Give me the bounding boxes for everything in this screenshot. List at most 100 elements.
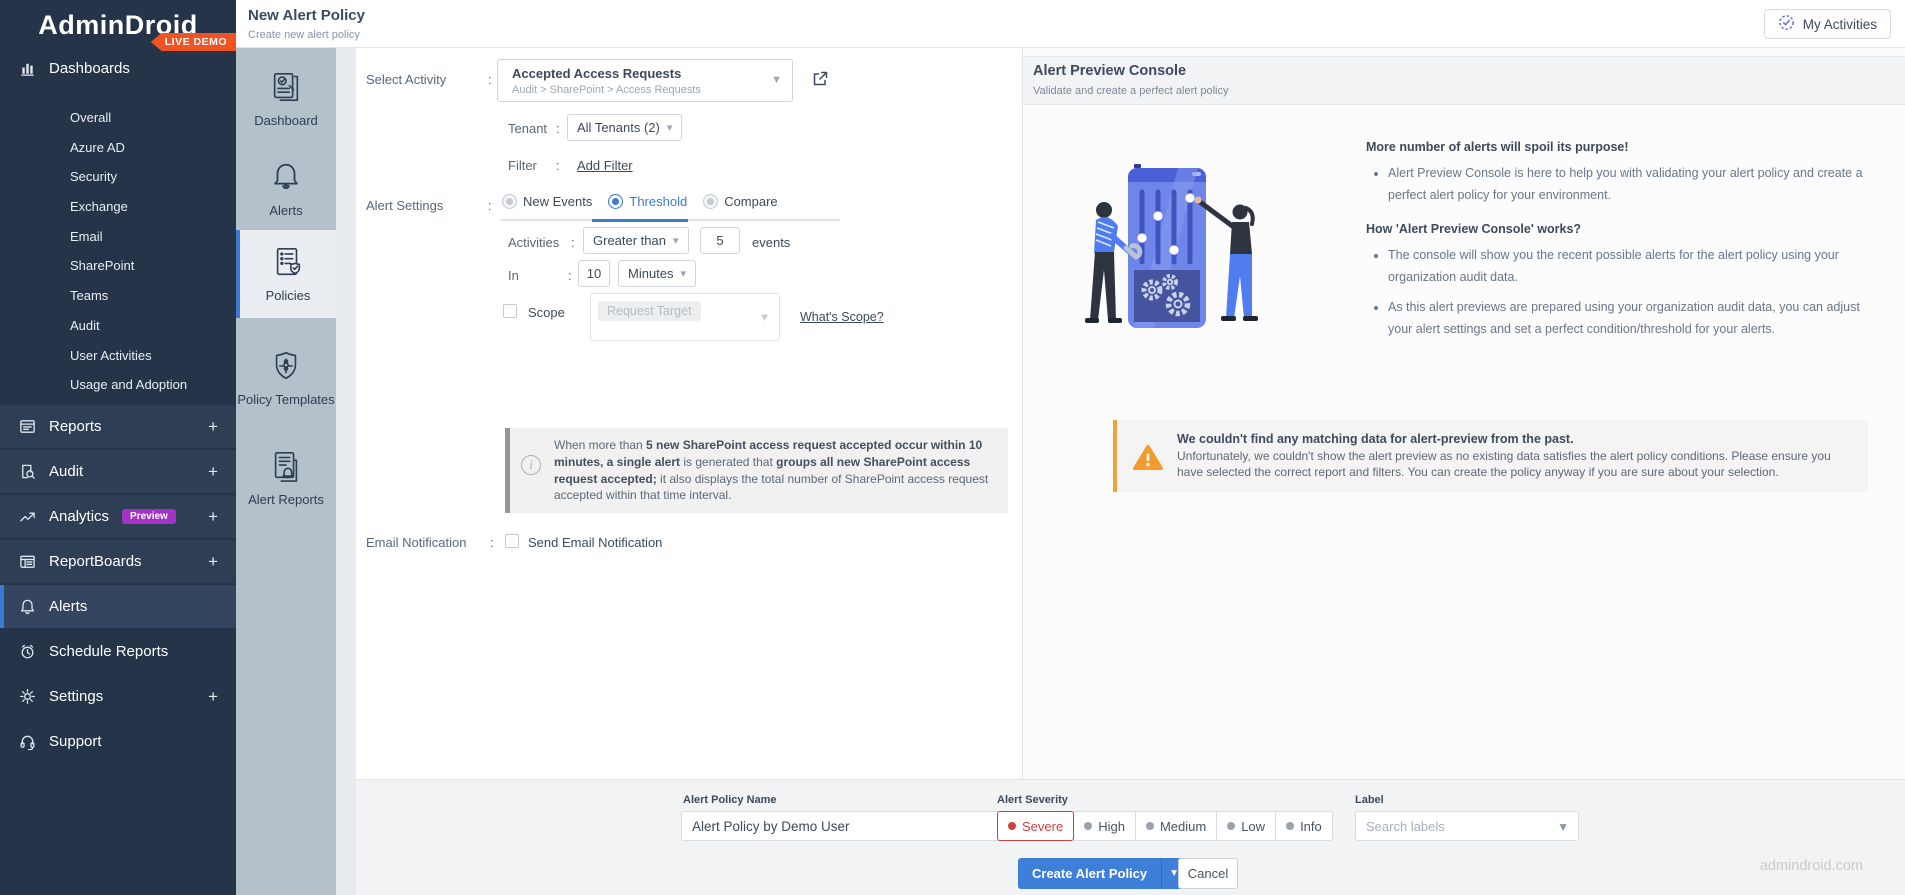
preview-bullet: The console will show you the recent pos… — [1388, 244, 1876, 288]
severity-dot-icon — [1286, 822, 1295, 830]
warning-title: We couldn't find any matching data for a… — [1177, 432, 1574, 446]
sidebar-subitem-sharepoint[interactable]: SharePoint — [0, 251, 236, 281]
radio-selected-icon — [608, 194, 624, 209]
severity-medium[interactable]: Medium — [1134, 811, 1218, 841]
alert-mode-radio-group: New Events Threshold Compare — [502, 194, 778, 209]
severity-option-label: Severe — [1022, 818, 1064, 834]
label-select[interactable]: Search labels ▼ — [1355, 811, 1579, 841]
sidebar-subitem-security[interactable]: Security — [0, 162, 236, 192]
report-icon — [18, 418, 36, 435]
sidebar-item-label: Audit — [49, 463, 84, 480]
preview-section-heading: More number of alerts will spoil its pur… — [1366, 140, 1629, 154]
sidebar-subitem-overall[interactable]: Overall — [0, 103, 236, 133]
info-note-text: is generated that — [680, 454, 777, 469]
interval-unit-dropdown[interactable]: Minutes ▾ — [618, 260, 697, 287]
filter-label: Filter — [508, 158, 537, 173]
sidebar-item-label: Analytics — [49, 508, 110, 525]
scope-select[interactable]: Request Target ▼ — [590, 293, 780, 341]
expand-plus-icon: + — [208, 506, 218, 526]
radio-label: Threshold — [629, 194, 688, 209]
create-alert-policy-button[interactable]: Create Alert Policy ▼ — [1018, 858, 1187, 889]
severity-dot-icon — [1084, 822, 1093, 830]
sidebar-subitem-usage-and-adoption[interactable]: Usage and Adoption — [0, 370, 236, 400]
policy-name-input[interactable] — [681, 811, 1023, 841]
live-demo-badge: LIVE DEMO — [150, 33, 236, 51]
sidebar-subitem-teams[interactable]: Teams — [0, 281, 236, 311]
scope-placeholder-chip: Request Target — [598, 301, 701, 321]
tenant-dropdown[interactable]: All Tenants (2) ▾ — [567, 114, 683, 141]
preview-subtitle: Validate and create a perfect alert poli… — [1033, 85, 1229, 97]
sidebar-item-schedule-reports[interactable]: Schedule Reports — [0, 630, 236, 673]
activity-breadcrumb: Audit > SharePoint > Access Requests — [512, 84, 701, 96]
headset-icon — [18, 733, 36, 750]
sidebar-item-alerts[interactable]: Alerts — [0, 585, 236, 628]
label-field-label: Label — [1355, 794, 1384, 806]
preview-title: Alert Preview Console — [1033, 63, 1187, 79]
scope-checkbox[interactable] — [503, 304, 517, 318]
alert-settings-label: Alert Settings — [366, 198, 444, 213]
expand-plus-icon: + — [208, 461, 218, 481]
strip-item-dashboard[interactable]: Dashboard — [236, 60, 336, 138]
policy-name-label: Alert Policy Name — [683, 794, 777, 806]
severity-high[interactable]: High — [1073, 811, 1136, 841]
tenant-label: Tenant — [508, 121, 548, 136]
preview-badge: Preview — [122, 509, 176, 524]
strip-item-policy-templates[interactable]: Policy Templates — [236, 330, 336, 426]
preview-bullet: As this alert previews are prepared usin… — [1388, 296, 1876, 340]
footer-bar: Alert Policy Name Alert Severity Severe H… — [356, 779, 1905, 895]
sidebar-item-analytics[interactable]: Analytics Preview + — [0, 495, 236, 538]
strip-item-label: Policy Templates — [237, 392, 335, 407]
threshold-operator-dropdown[interactable]: Greater than ▾ — [583, 227, 689, 254]
severity-low[interactable]: Low — [1216, 811, 1277, 841]
threshold-count-input[interactable] — [700, 227, 740, 254]
chevron-down-icon: ▼ — [771, 74, 782, 86]
severity-option-label: High — [1098, 818, 1125, 834]
severity-dot-icon — [1145, 822, 1154, 830]
sidebar-item-reports[interactable]: Reports + — [0, 405, 236, 448]
sidebar-item-reportboards[interactable]: ReportBoards + — [0, 540, 236, 583]
strip-item-alert-reports[interactable]: Alert Reports — [236, 430, 336, 526]
sidebar-subitem-exchange[interactable]: Exchange — [0, 192, 236, 222]
sidebar-subitem-audit[interactable]: Audit — [0, 311, 236, 341]
whats-scope-link[interactable]: What's Scope? — [800, 310, 884, 324]
severity-info[interactable]: Info — [1275, 811, 1333, 841]
sidebar-item-label: ReportBoards — [49, 553, 142, 570]
open-report-icon[interactable] — [811, 70, 829, 93]
cancel-button[interactable]: Cancel — [1178, 858, 1238, 889]
select-activity-dropdown[interactable]: Accepted Access Requests Audit > SharePo… — [497, 59, 793, 102]
my-activities-button[interactable]: My Activities — [1763, 9, 1891, 39]
strip-item-policies[interactable]: Policies — [236, 230, 336, 318]
sidebar-item-support[interactable]: Support — [0, 720, 236, 763]
info-note-text: When more than — [554, 438, 647, 452]
preview-help-text: More number of alerts will spoil its pur… — [1366, 124, 1876, 348]
preview-section-heading: How 'Alert Preview Console' works? — [1366, 222, 1582, 236]
preview-bullet: Alert Preview Console is here to help yo… — [1388, 162, 1876, 206]
sidebar-item-label: Dashboards — [49, 59, 130, 77]
interval-value-input[interactable] — [578, 260, 610, 287]
gear-icon — [18, 688, 36, 705]
sidebar-item-dashboards[interactable]: Dashboards — [0, 52, 236, 84]
strip-item-label: Alerts — [269, 203, 303, 218]
sidebar-item-audit[interactable]: Audit + — [0, 450, 236, 493]
alert-mode-new-events[interactable]: New Events — [502, 194, 592, 209]
sidebar-groups: Reports + Audit + Analytics Preview + ReportBoa… — [0, 405, 236, 765]
activity-check-icon — [1778, 14, 1795, 34]
strip-item-alerts[interactable]: Alerts — [236, 150, 336, 228]
radio-label: New Events — [523, 194, 593, 209]
policies-strip-icon — [270, 245, 306, 282]
preview-bullet-list: Alert Preview Console is here to help yo… — [1366, 162, 1876, 206]
alert-mode-compare[interactable]: Compare — [703, 194, 778, 209]
severity-option-label: Medium — [1159, 818, 1207, 834]
sidebar-subitem-email[interactable]: Email — [0, 222, 236, 252]
send-email-checkbox[interactable] — [505, 534, 519, 548]
add-filter-link[interactable]: Add Filter — [577, 158, 633, 173]
severity-group: Severe High Medium Low Info — [997, 811, 1333, 841]
sidebar-item-settings[interactable]: Settings + — [0, 675, 236, 718]
radio-unselected-icon — [703, 194, 719, 209]
sidebar-subitem-user-activities[interactable]: User Activities — [0, 341, 236, 371]
severity-severe[interactable]: Severe — [997, 811, 1075, 841]
in-label: In — [508, 268, 519, 283]
sidebar-subitem-azure-ad[interactable]: Azure AD — [0, 133, 236, 163]
alert-mode-threshold[interactable]: Threshold — [608, 194, 687, 209]
analytics-icon — [18, 508, 36, 525]
